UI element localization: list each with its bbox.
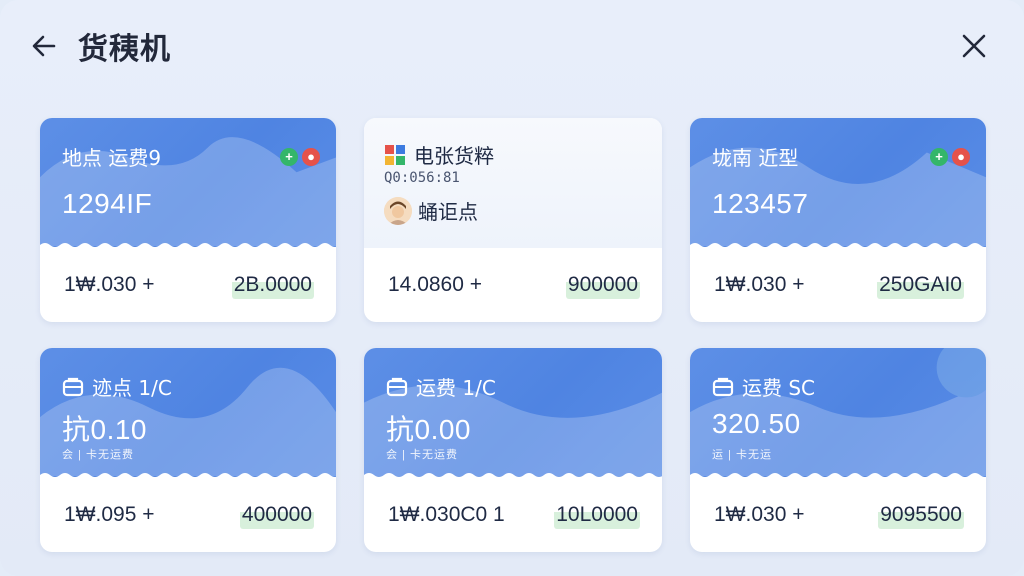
card-rate: 1₩.030 + [714, 503, 805, 526]
card-amount: 250GAI0 [877, 271, 964, 299]
wave-divider [40, 473, 336, 478]
page-title: 货䄺机 [78, 32, 171, 67]
card-header: 电张货粹 Q0:056:81 蛹讵点 [364, 118, 662, 248]
card-grid: 地点 运费9 + ● 1294IF 1₩.030 + 2B.0000 电张货粹 … [40, 118, 986, 552]
header: 货䄺机 [30, 22, 994, 70]
card-value: 抗0.10 [62, 414, 147, 445]
card-rate: 1₩.095 + [64, 503, 155, 526]
card-header: 垅南 近型 + ● 123457 [690, 118, 986, 248]
close-icon [962, 34, 986, 58]
card-rate: 1₩.030C0 1 [388, 503, 505, 526]
shipping-card[interactable]: 运费 1/C 抗0.00 会 | 卡无运费 1₩.030C0 1 10L0000 [364, 348, 662, 552]
shipping-card[interactable]: 迹点 1/C 抗0.10 会 | 卡无运费 1₩.095 + 400000 [40, 348, 336, 552]
contact-row: 蛹讵点 [384, 196, 478, 225]
card-rate: 1₩.030 + [714, 273, 805, 296]
back-button[interactable] [30, 26, 70, 66]
card-subtext: 运 | 卡无运 [712, 449, 772, 461]
card-rate: 14.0860 + [388, 273, 483, 296]
card-label: 垅南 近型 [712, 146, 799, 170]
badge-group: + ● [280, 147, 320, 166]
pin-badge-icon: ● [302, 147, 320, 166]
card-code: Q0:056:81 [384, 170, 460, 186]
card-header: 运费 SC 320.50 运 | 卡无运 [690, 348, 986, 478]
arrow-left-icon [32, 35, 56, 57]
card-footer: 14.0860 + 900000 [364, 248, 662, 322]
card-header: 迹点 1/C 抗0.10 会 | 卡无运费 [40, 348, 336, 478]
shipping-card[interactable]: 垅南 近型 + ● 123457 1₩.030 + 250GAI0 [690, 118, 986, 322]
wave-divider [690, 243, 986, 248]
card-value: 123457 [712, 188, 809, 219]
card-rate: 1₩.030 + [64, 273, 155, 296]
card-value: 1294IF [62, 188, 153, 219]
card-amount: 9095500 [878, 501, 964, 529]
card-subtext: 会 | 卡无运费 [386, 449, 458, 461]
card-header: 地点 运费9 + ● 1294IF [40, 118, 336, 248]
card-footer: 1₩.030 + 9095500 [690, 478, 986, 552]
card-label: 运费 1/C [416, 376, 496, 400]
app-logo-icon [385, 144, 405, 165]
card-value: 320.50 [712, 408, 801, 439]
shipping-card[interactable]: 运费 SC 320.50 运 | 卡无运 1₩.030 + 9095500 [690, 348, 986, 552]
card-label: 运费 SC [742, 376, 816, 400]
bag-icon [386, 377, 408, 396]
close-button[interactable] [954, 26, 994, 66]
card-footer: 1₩.095 + 400000 [40, 478, 336, 552]
wave-divider [690, 473, 986, 478]
map-background [40, 137, 336, 247]
bag-icon [62, 377, 84, 396]
card-footer: 1₩.030 + 250GAI0 [690, 248, 986, 322]
card-value: 抗0.00 [386, 414, 471, 445]
plus-badge-icon: + [280, 147, 298, 166]
wave-divider [364, 473, 662, 478]
pin-badge-icon: ● [952, 147, 970, 166]
plus-badge-icon: + [930, 147, 948, 166]
shipping-card[interactable]: 地点 运费9 + ● 1294IF 1₩.030 + 2B.0000 [40, 118, 336, 322]
card-header: 运费 1/C 抗0.00 会 | 卡无运费 [364, 348, 662, 478]
avatar [384, 196, 412, 225]
bag-icon [712, 377, 734, 396]
shipping-card[interactable]: 电张货粹 Q0:056:81 蛹讵点 14.0860 + 900000 [364, 118, 662, 322]
card-amount: 900000 [565, 271, 640, 299]
card-footer: 1₩.030C0 1 10L0000 [364, 478, 662, 552]
card-amount: 400000 [239, 501, 314, 529]
card-footer: 1₩.030 + 2B.0000 [40, 248, 336, 322]
card-label: 迹点 1/C [92, 376, 172, 400]
card-amount: 10L0000 [554, 501, 640, 529]
card-amount: 2B.0000 [231, 271, 314, 299]
contact-name: 蛹讵点 [418, 200, 478, 224]
dialog-panel: 货䄺机 地点 运费9 + ● 1294IF 1₩.030 + 2B.0000 电… [0, 0, 1024, 576]
badge-group: + ● [930, 147, 970, 166]
card-label: 电张货粹 [414, 144, 494, 168]
wave-divider [40, 243, 336, 248]
map-background [690, 147, 986, 247]
card-subtext: 会 | 卡无运费 [62, 449, 134, 461]
card-label: 地点 运费9 [62, 146, 162, 170]
